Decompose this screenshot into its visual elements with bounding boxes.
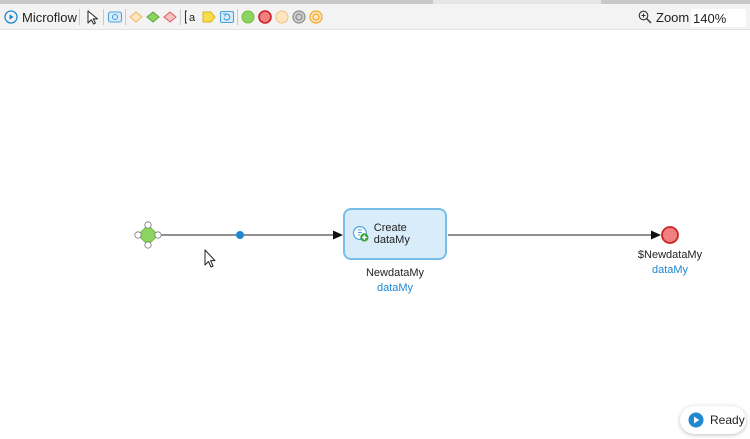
zoom-label: Zoom [656, 9, 690, 25]
microflow-toolbar: Microflow a Zoom 140% [0, 4, 750, 30]
toolbar-separator [180, 9, 181, 25]
annotation-icon[interactable]: a [182, 8, 200, 26]
create-object-activity[interactable]: Create dataMy [343, 208, 447, 260]
zoom-icon[interactable] [638, 10, 652, 24]
split-icon[interactable] [127, 8, 145, 26]
editor-title-label: Microflow [22, 9, 77, 25]
break-event-icon[interactable] [290, 8, 308, 26]
continue-event-icon[interactable] [307, 8, 325, 26]
start-event[interactable] [134, 221, 162, 249]
end-event-return-value: $NewdataMy [637, 249, 703, 261]
activity-icon[interactable] [106, 8, 124, 26]
toolbar-separator [103, 9, 104, 25]
annotation-glyph: a [189, 12, 196, 24]
selection-handle[interactable] [144, 221, 152, 229]
end-event[interactable] [661, 226, 679, 244]
play-status-icon [688, 412, 704, 428]
end-event-return-type[interactable]: dataMy [652, 264, 688, 276]
mouse-cursor-icon [204, 249, 216, 268]
status-indicator[interactable]: Ready [680, 406, 746, 434]
selection-handle[interactable] [144, 241, 152, 249]
activity-label: Create dataMy [373, 222, 410, 246]
zoom-level-input[interactable] [691, 9, 746, 27]
pointer-icon[interactable] [84, 8, 102, 26]
parameter-icon[interactable] [200, 8, 218, 26]
toolbar-separator [79, 9, 80, 25]
activity-output-entity[interactable]: dataMy [377, 282, 413, 294]
zoom-control: Zoom [638, 7, 689, 27]
start-event-icon[interactable] [239, 8, 257, 26]
toolbar-separator [125, 9, 126, 25]
create-object-icon [352, 226, 369, 242]
merge-icon[interactable] [144, 8, 162, 26]
microflow-icon [4, 10, 18, 24]
toolbar-separator [237, 9, 238, 25]
loop-icon[interactable] [218, 8, 236, 26]
inheritance-split-icon[interactable] [161, 8, 179, 26]
editor-title: Microflow [4, 7, 77, 27]
selection-handle[interactable] [134, 231, 142, 239]
end-event-icon[interactable] [256, 8, 274, 26]
error-event-icon[interactable] [273, 8, 291, 26]
status-label: Ready [710, 413, 745, 427]
microflow-canvas[interactable]: Create dataMy NewdataMy dataMy $NewdataM… [0, 30, 750, 439]
activity-output-variable: NewdataMy [365, 267, 425, 279]
selection-handle[interactable] [154, 231, 162, 239]
flow-midpoint-handle[interactable] [236, 231, 244, 239]
